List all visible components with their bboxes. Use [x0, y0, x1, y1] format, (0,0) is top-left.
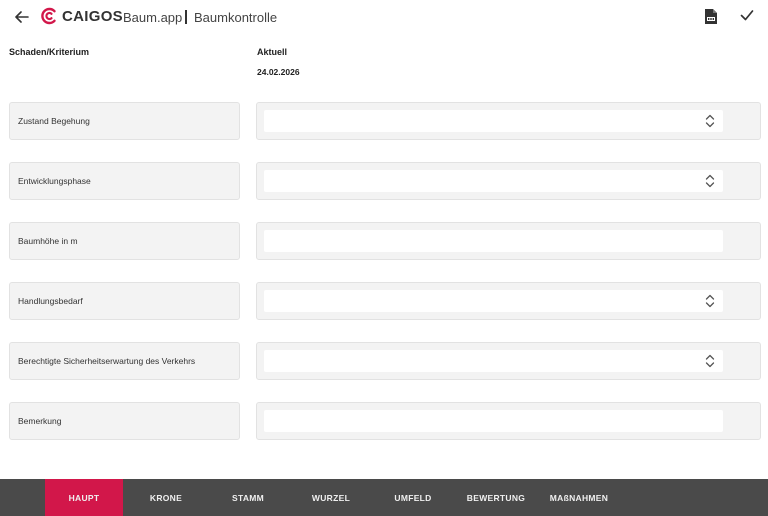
title-separator	[185, 10, 187, 24]
arrow-left-icon	[15, 11, 29, 23]
caigos-logo-mark-icon	[41, 7, 56, 25]
zustand-begehung-select[interactable]	[264, 110, 723, 132]
row-label-entwicklungsphase: Entwicklungsphase	[9, 162, 240, 200]
current-column-header: Aktuell	[257, 47, 288, 57]
save-confirm-button[interactable]	[740, 8, 758, 26]
row-label-sicherheitserwartung: Berechtigte Sicherheitserwartung des Ver…	[9, 342, 240, 380]
row-field-container	[256, 162, 761, 200]
pdf-file-icon	[705, 9, 717, 24]
handlungsbedarf-select[interactable]	[264, 290, 723, 312]
criterion-column-header: Schaden/Kriterium	[9, 47, 90, 57]
baumhoehe-input[interactable]	[264, 230, 723, 252]
entwicklungsphase-select[interactable]	[264, 170, 723, 192]
row-label-baumhoehe: Baumhöhe in m	[9, 222, 240, 260]
sicherheitserwartung-select[interactable]	[264, 350, 723, 372]
tab-massnahmen[interactable]: MAßNAHMEN	[541, 479, 617, 516]
row-label-handlungsbedarf: Handlungsbedarf	[9, 282, 240, 320]
chevron-up-down-icon	[705, 294, 715, 308]
tab-krone[interactable]: KRONE	[130, 479, 202, 516]
tab-stamm[interactable]: STAMM	[212, 479, 284, 516]
page-title: Baumkontrolle	[194, 10, 278, 25]
row-field-container	[256, 342, 761, 380]
tab-haupt[interactable]: HAUPT	[45, 479, 123, 516]
logo-text: CAIGOS	[62, 7, 123, 25]
caigos-logo: CAIGOS	[40, 7, 123, 25]
row-field-container	[256, 222, 761, 260]
tab-wurzel[interactable]: WURZEL	[295, 479, 367, 516]
tab-umfeld[interactable]: UMFELD	[377, 479, 449, 516]
chevron-up-down-icon	[705, 174, 715, 188]
row-label-bemerkung: Bemerkung	[9, 402, 240, 440]
back-button[interactable]	[12, 8, 32, 26]
tab-bewertung[interactable]: BEWERTUNG	[459, 479, 533, 516]
pdf-button[interactable]	[704, 8, 720, 26]
app-bar: CAIGOS Baum.app Baumkontrolle	[0, 0, 768, 34]
row-field-container	[256, 402, 761, 440]
app-name: Baum.app	[123, 10, 183, 25]
bemerkung-input[interactable]	[264, 410, 723, 432]
chevron-up-down-icon	[705, 354, 715, 368]
chevron-up-down-icon	[705, 114, 715, 128]
row-label-zustand-begehung: Zustand Begehung	[9, 102, 240, 140]
row-field-container	[256, 102, 761, 140]
row-field-container	[256, 282, 761, 320]
inspection-date: 24.02.2026	[257, 67, 300, 77]
checkmark-icon	[740, 10, 754, 21]
bottom-tab-bar: HAUPT KRONE STAMM WURZEL UMFELD BEWERTUN…	[0, 479, 768, 516]
